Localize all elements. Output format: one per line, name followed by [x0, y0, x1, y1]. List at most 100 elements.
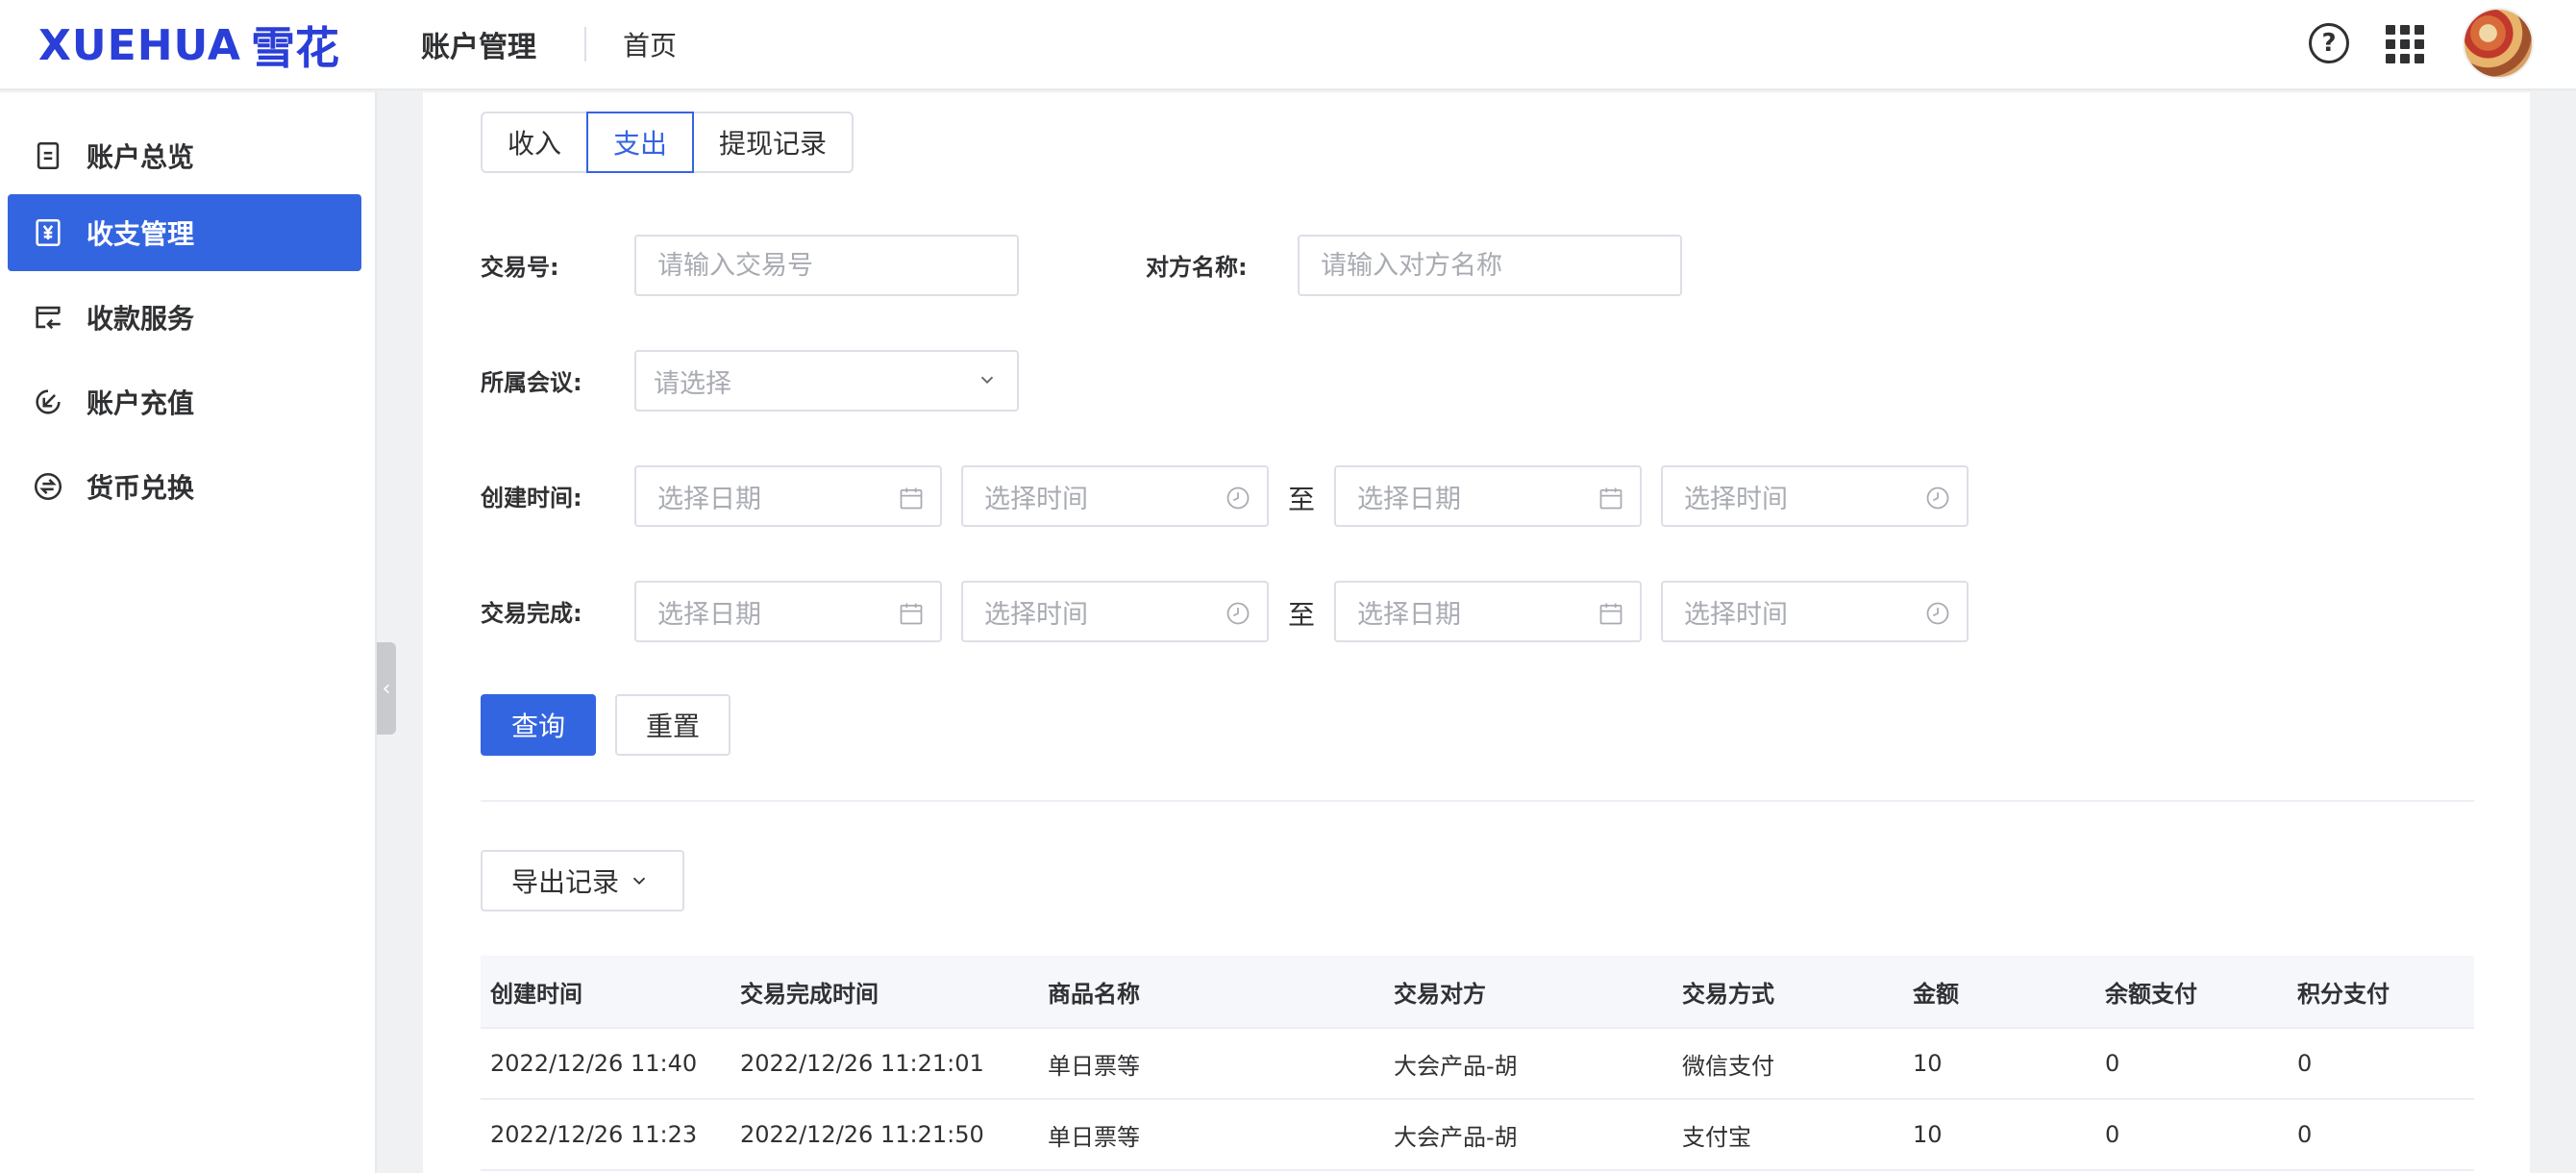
- time-placeholder: 选择时间: [1684, 599, 1788, 630]
- completed-time-label: 交易完成:: [481, 600, 582, 627]
- clock-icon: [1926, 487, 1949, 510]
- document-icon: [31, 138, 65, 173]
- counterparty-label: 对方名称:: [1146, 254, 1248, 281]
- exchange-icon: [31, 469, 65, 504]
- column-header[interactable]: 交易完成时间: [731, 975, 1038, 1009]
- query-button[interactable]: 查询: [481, 694, 596, 756]
- export-records-button[interactable]: 导出记录: [481, 850, 684, 911]
- yen-icon: [31, 215, 65, 250]
- time-placeholder: 选择时间: [1684, 484, 1788, 514]
- table-cell: 2022/12/26 11:40: [490, 1050, 698, 1077]
- column-header[interactable]: 积分支付: [2288, 975, 2474, 1009]
- created-end-date-picker[interactable]: 选择日期: [1334, 465, 1642, 527]
- sidebar-item-income-expense[interactable]: 收支管理: [8, 194, 361, 271]
- table-cell: 单日票等: [1048, 1052, 1140, 1080]
- created-start-date-picker[interactable]: 选择日期: [634, 465, 942, 527]
- table-row[interactable]: 2022/12/26 11:23 2022/12/26 11:21:50 单日票…: [481, 1100, 2474, 1171]
- completed-end-date-picker[interactable]: 选择日期: [1334, 581, 1642, 642]
- trade-no-input[interactable]: [634, 235, 1019, 296]
- column-header[interactable]: 交易对方: [1384, 975, 1672, 1009]
- table-row[interactable]: 2022/12/26 11:40 2022/12/26 11:21:01 单日票…: [481, 1029, 2474, 1100]
- sidebar-item-label: 账户充值: [87, 387, 195, 419]
- date-placeholder: 选择日期: [1357, 599, 1461, 630]
- table-cell: 0: [2297, 1121, 2313, 1148]
- completed-start-date-picker[interactable]: 选择日期: [634, 581, 942, 642]
- completed-start-time-picker[interactable]: 选择时间: [961, 581, 1269, 642]
- tab-income[interactable]: 收入: [481, 112, 589, 173]
- calendar-icon: [1599, 603, 1622, 625]
- column-header[interactable]: 商品名称: [1038, 975, 1384, 1009]
- time-placeholder: 选择时间: [984, 599, 1088, 630]
- table-cell: 2022/12/26 11:23: [490, 1121, 698, 1148]
- home-link[interactable]: 首页: [623, 25, 677, 63]
- created-end-time-picker[interactable]: 选择时间: [1661, 465, 1969, 527]
- created-start-time-picker[interactable]: 选择时间: [961, 465, 1269, 527]
- sidebar-collapse-handle[interactable]: ‹: [377, 642, 396, 735]
- time-placeholder: 选择时间: [984, 484, 1088, 514]
- table-cell: 0: [2105, 1050, 2120, 1077]
- sidebar-item-currency-exchange[interactable]: 货币兑换: [8, 448, 361, 525]
- sidebar-item-label: 收支管理: [87, 218, 195, 250]
- reset-button[interactable]: 重置: [615, 694, 731, 756]
- clock-icon: [1226, 602, 1250, 625]
- table-cell: 2022/12/26 11:21:50: [740, 1121, 984, 1148]
- table-cell: 微信支付: [1682, 1052, 1774, 1080]
- date-placeholder: 选择日期: [657, 599, 761, 630]
- grid-apps-icon[interactable]: [2386, 25, 2424, 63]
- tab-expense[interactable]: 支出: [586, 112, 695, 173]
- sidebar-item-recharge[interactable]: 账户充值: [8, 363, 361, 440]
- completed-end-time-picker[interactable]: 选择时间: [1661, 581, 1969, 642]
- trade-no-label: 交易号:: [481, 254, 559, 281]
- column-header[interactable]: 创建时间: [481, 975, 731, 1009]
- main-content: 收入 支出 提现记录 交易号: 对方名称: 所属会议: 请选择 创建时间: 选择…: [423, 92, 2530, 1173]
- receive-payment-icon: [31, 300, 65, 335]
- created-time-label: 创建时间:: [481, 485, 582, 512]
- table-cell: 0: [2105, 1121, 2120, 1148]
- table-header: 创建时间 交易完成时间 商品名称 交易对方 交易方式 金额 余额支付 积分支付: [481, 956, 2474, 1029]
- calendar-icon: [900, 603, 923, 625]
- calendar-icon: [1599, 487, 1622, 510]
- brand-logo-latin: XUEHUA: [38, 20, 241, 70]
- sidebar-item-account-overview[interactable]: 账户总览: [8, 117, 361, 194]
- brand-logo[interactable]: XUEHUA 雪花: [38, 17, 339, 75]
- meeting-label: 所属会议:: [481, 369, 582, 396]
- section-divider: [481, 800, 2474, 802]
- meeting-select-placeholder: 请选择: [654, 368, 731, 399]
- top-header: XUEHUA 雪花 账户管理 首页 ?: [0, 0, 2576, 90]
- range-separator: 至: [1288, 599, 1316, 631]
- date-placeholder: 选择日期: [1357, 484, 1461, 514]
- page-title: 账户管理: [421, 31, 536, 64]
- counterparty-input[interactable]: [1298, 235, 1682, 296]
- header-divider: [584, 27, 586, 62]
- table-cell: 0: [2297, 1050, 2313, 1077]
- column-header[interactable]: 余额支付: [2095, 975, 2288, 1009]
- tab-group: 收入 支出 提现记录: [481, 112, 855, 173]
- tab-withdraw-records[interactable]: 提现记录: [692, 112, 855, 173]
- table-cell: 10: [1913, 1050, 1943, 1077]
- transactions-table: 创建时间 交易完成时间 商品名称 交易对方 交易方式 金额 余额支付 积分支付 …: [481, 956, 2474, 1171]
- recharge-icon: [31, 385, 65, 419]
- avatar[interactable]: [2463, 8, 2534, 79]
- clock-icon: [1926, 602, 1949, 625]
- chevron-down-icon: [632, 877, 646, 886]
- table-cell: 大会产品-胡: [1394, 1123, 1518, 1151]
- calendar-icon: [900, 487, 923, 510]
- table-cell: 大会产品-胡: [1394, 1052, 1518, 1080]
- date-placeholder: 选择日期: [657, 484, 761, 514]
- brand-logo-cjk: 雪花: [250, 22, 339, 74]
- meeting-select[interactable]: 请选择: [634, 350, 1019, 412]
- table-cell: 单日票等: [1048, 1123, 1140, 1151]
- column-header[interactable]: 金额: [1903, 975, 2095, 1009]
- sidebar-item-label: 收款服务: [87, 303, 195, 335]
- column-header[interactable]: 交易方式: [1672, 975, 1903, 1009]
- help-circle-icon[interactable]: ?: [2309, 23, 2349, 63]
- sidebar-item-label: 账户总览: [87, 141, 195, 173]
- clock-icon: [1226, 487, 1250, 510]
- sidebar: 账户总览 收支管理 收款服务 账户充值 货币兑换: [0, 92, 377, 1173]
- chevron-down-icon: [980, 376, 994, 385]
- table-cell: 2022/12/26 11:21:01: [740, 1050, 984, 1077]
- table-cell: 支付宝: [1682, 1123, 1751, 1151]
- export-records-label: 导出记录: [511, 866, 620, 898]
- sidebar-item-payment-service[interactable]: 收款服务: [8, 279, 361, 356]
- range-separator: 至: [1288, 484, 1316, 515]
